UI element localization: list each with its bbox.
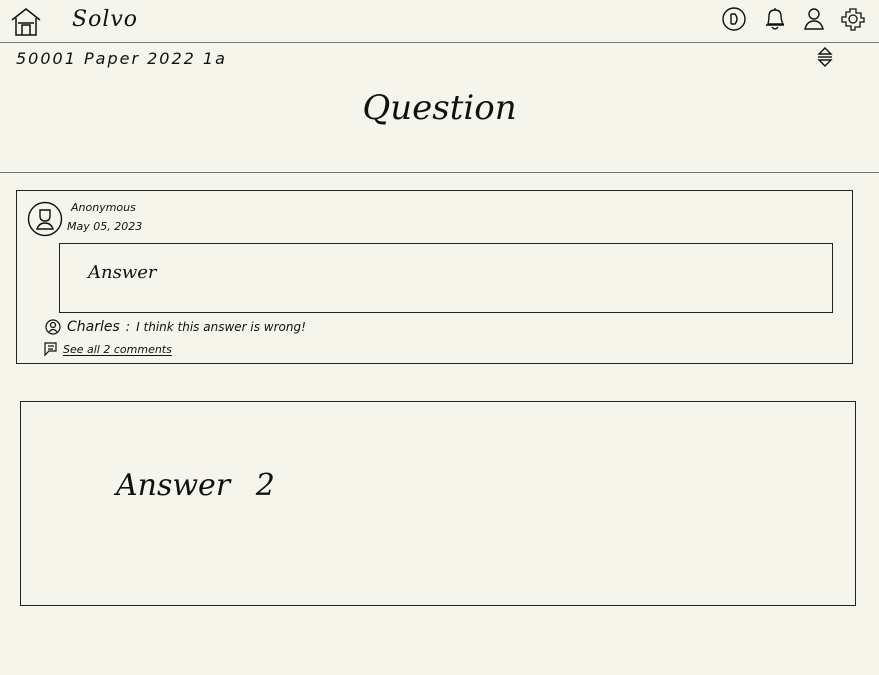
answer-card: Anonymous May 05, 2023 Answer Charles : …: [16, 190, 853, 364]
settings-icon[interactable]: [841, 7, 865, 31]
top-navigation-bar: Solvo: [0, 0, 879, 43]
avatar-icon: [27, 201, 63, 237]
bell-icon[interactable]: [763, 6, 787, 32]
header-actions: [721, 6, 865, 32]
see-comments-link[interactable]: See all 2 comments: [63, 343, 172, 356]
comment-text: I think this answer is wrong!: [136, 320, 306, 334]
comment-separator: :: [125, 319, 131, 335]
answer-text: Answer: [88, 262, 157, 283]
app-logo[interactable]: Solvo: [72, 7, 138, 32]
home-icon[interactable]: [10, 7, 42, 37]
answer-card: Answer 2: [20, 401, 856, 606]
answer-body: Answer: [59, 243, 833, 313]
question-title: Question: [362, 88, 517, 128]
question-reference: 50001 Paper 2022 1a: [16, 49, 227, 68]
see-comments-button[interactable]: See all 2 comments: [43, 341, 172, 357]
answer-author: Anonymous: [71, 201, 136, 214]
answer-text: Answer 2: [116, 468, 275, 503]
commenter-avatar-icon: [45, 319, 61, 335]
coin-icon[interactable]: [721, 6, 747, 32]
answer-date: May 05, 2023: [67, 220, 143, 233]
divider: [0, 172, 879, 173]
profile-icon[interactable]: [803, 7, 825, 31]
comments-icon: [44, 342, 57, 357]
comment-preview: Charles : I think this answer is wrong!: [45, 319, 306, 335]
sort-icon[interactable]: [815, 45, 835, 69]
comment-author: Charles: [67, 319, 120, 335]
